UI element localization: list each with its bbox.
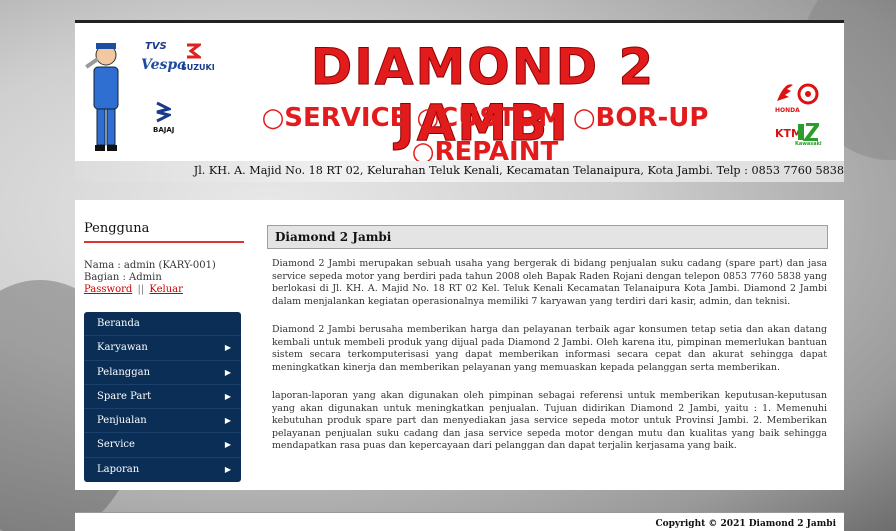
address-text: Jl. KH. A. Majid No. 18 RT 02, Kelurahan… (193, 164, 844, 177)
paragraph-intro: Diamond 2 Jambi merupakan sebuah usaha y… (272, 258, 827, 307)
bajaj-logo: BAJAJ (153, 126, 175, 134)
content-panel: Pengguna Nama : admin (KARY-001) Bagian … (75, 200, 844, 490)
honda-wing-icon (777, 84, 793, 101)
user-links: Password || Keluar (84, 284, 216, 296)
chevron-right-icon: ▶ (224, 367, 231, 377)
sidebar-title: Pengguna (84, 221, 244, 243)
sidebar-item-spare-part[interactable]: Spare Part ▶ (84, 385, 241, 410)
sidebar-item-label: Penjualan (97, 415, 147, 427)
chevron-right-icon: ▶ (224, 343, 231, 353)
footer: Copyright © 2021 Diamond 2 Jambi (75, 512, 844, 531)
sidebar-item-beranda[interactable]: Beranda (84, 312, 241, 337)
sidebar-item-label: Service (97, 439, 135, 451)
page-wrapper: TVS Vespa SUZUKI BAJAJ DIAMOND 2 JAMBI ○… (75, 20, 844, 531)
sidebar-item-penjualan[interactable]: Penjualan ▶ (84, 409, 241, 434)
suzuki-s-icon (187, 43, 201, 59)
kawasaki-icon (798, 123, 819, 141)
chevron-right-icon: ▶ (224, 440, 231, 450)
tvs-logo: TVS (145, 41, 167, 52)
user-info: Nama : admin (KARY-001) Bagian : Admin P… (84, 260, 216, 296)
mechanic-icon (85, 43, 119, 151)
chevron-right-icon: ▶ (224, 391, 231, 401)
yamaha-icon (797, 83, 819, 105)
chevron-right-icon: ▶ (224, 464, 231, 474)
sidebar-menu: Beranda Karyawan ▶ Pelanggan ▶ Spare Par… (84, 312, 241, 482)
chevron-right-icon: ▶ (224, 416, 231, 426)
sidebar-item-pelanggan[interactable]: Pelanggan ▶ (84, 361, 241, 385)
copyright-text: Copyright © 2021 Diamond 2 Jambi (655, 519, 836, 529)
sidebar-item-label: Pelanggan (97, 366, 151, 378)
logout-link[interactable]: Keluar (149, 284, 183, 295)
honda-logo: HONDA (775, 107, 800, 114)
sidebar-item-label: Beranda (97, 318, 140, 329)
link-separator: || (137, 284, 145, 295)
services-tagline: ○SERVICE ○CUSTOM ○BOR-UP ○REPAINT (261, 103, 709, 167)
bajaj-icon (156, 101, 171, 123)
paragraph-purpose: laporan-laporan yang akan digunakan oleh… (272, 390, 827, 452)
user-name: Nama : admin (KARY-001) (84, 260, 216, 271)
sidebar-item-label: Laporan (97, 463, 140, 475)
sidebar-item-karyawan[interactable]: Karyawan ▶ (84, 336, 241, 361)
main-title: Diamond 2 Jambi (267, 225, 828, 249)
header-banner: TVS Vespa SUZUKI BAJAJ DIAMOND 2 JAMBI ○… (75, 20, 844, 182)
suzuki-logo: SUZUKI (181, 63, 215, 72)
password-link[interactable]: Password (84, 284, 132, 295)
sidebar-item-label: Karyawan (97, 342, 148, 354)
sidebar-item-label: Spare Part (97, 390, 152, 402)
vespa-logo: Vespa (141, 57, 187, 73)
user-role: Bagian : Admin (84, 272, 162, 283)
sidebar-item-laporan[interactable]: Laporan ▶ (84, 458, 241, 482)
sidebar-item-service[interactable]: Service ▶ (84, 433, 241, 458)
paragraph-service: Diamond 2 Jambi berusaha memberikan harg… (272, 324, 827, 373)
kawasaki-logo: Kawasaki (795, 141, 822, 147)
